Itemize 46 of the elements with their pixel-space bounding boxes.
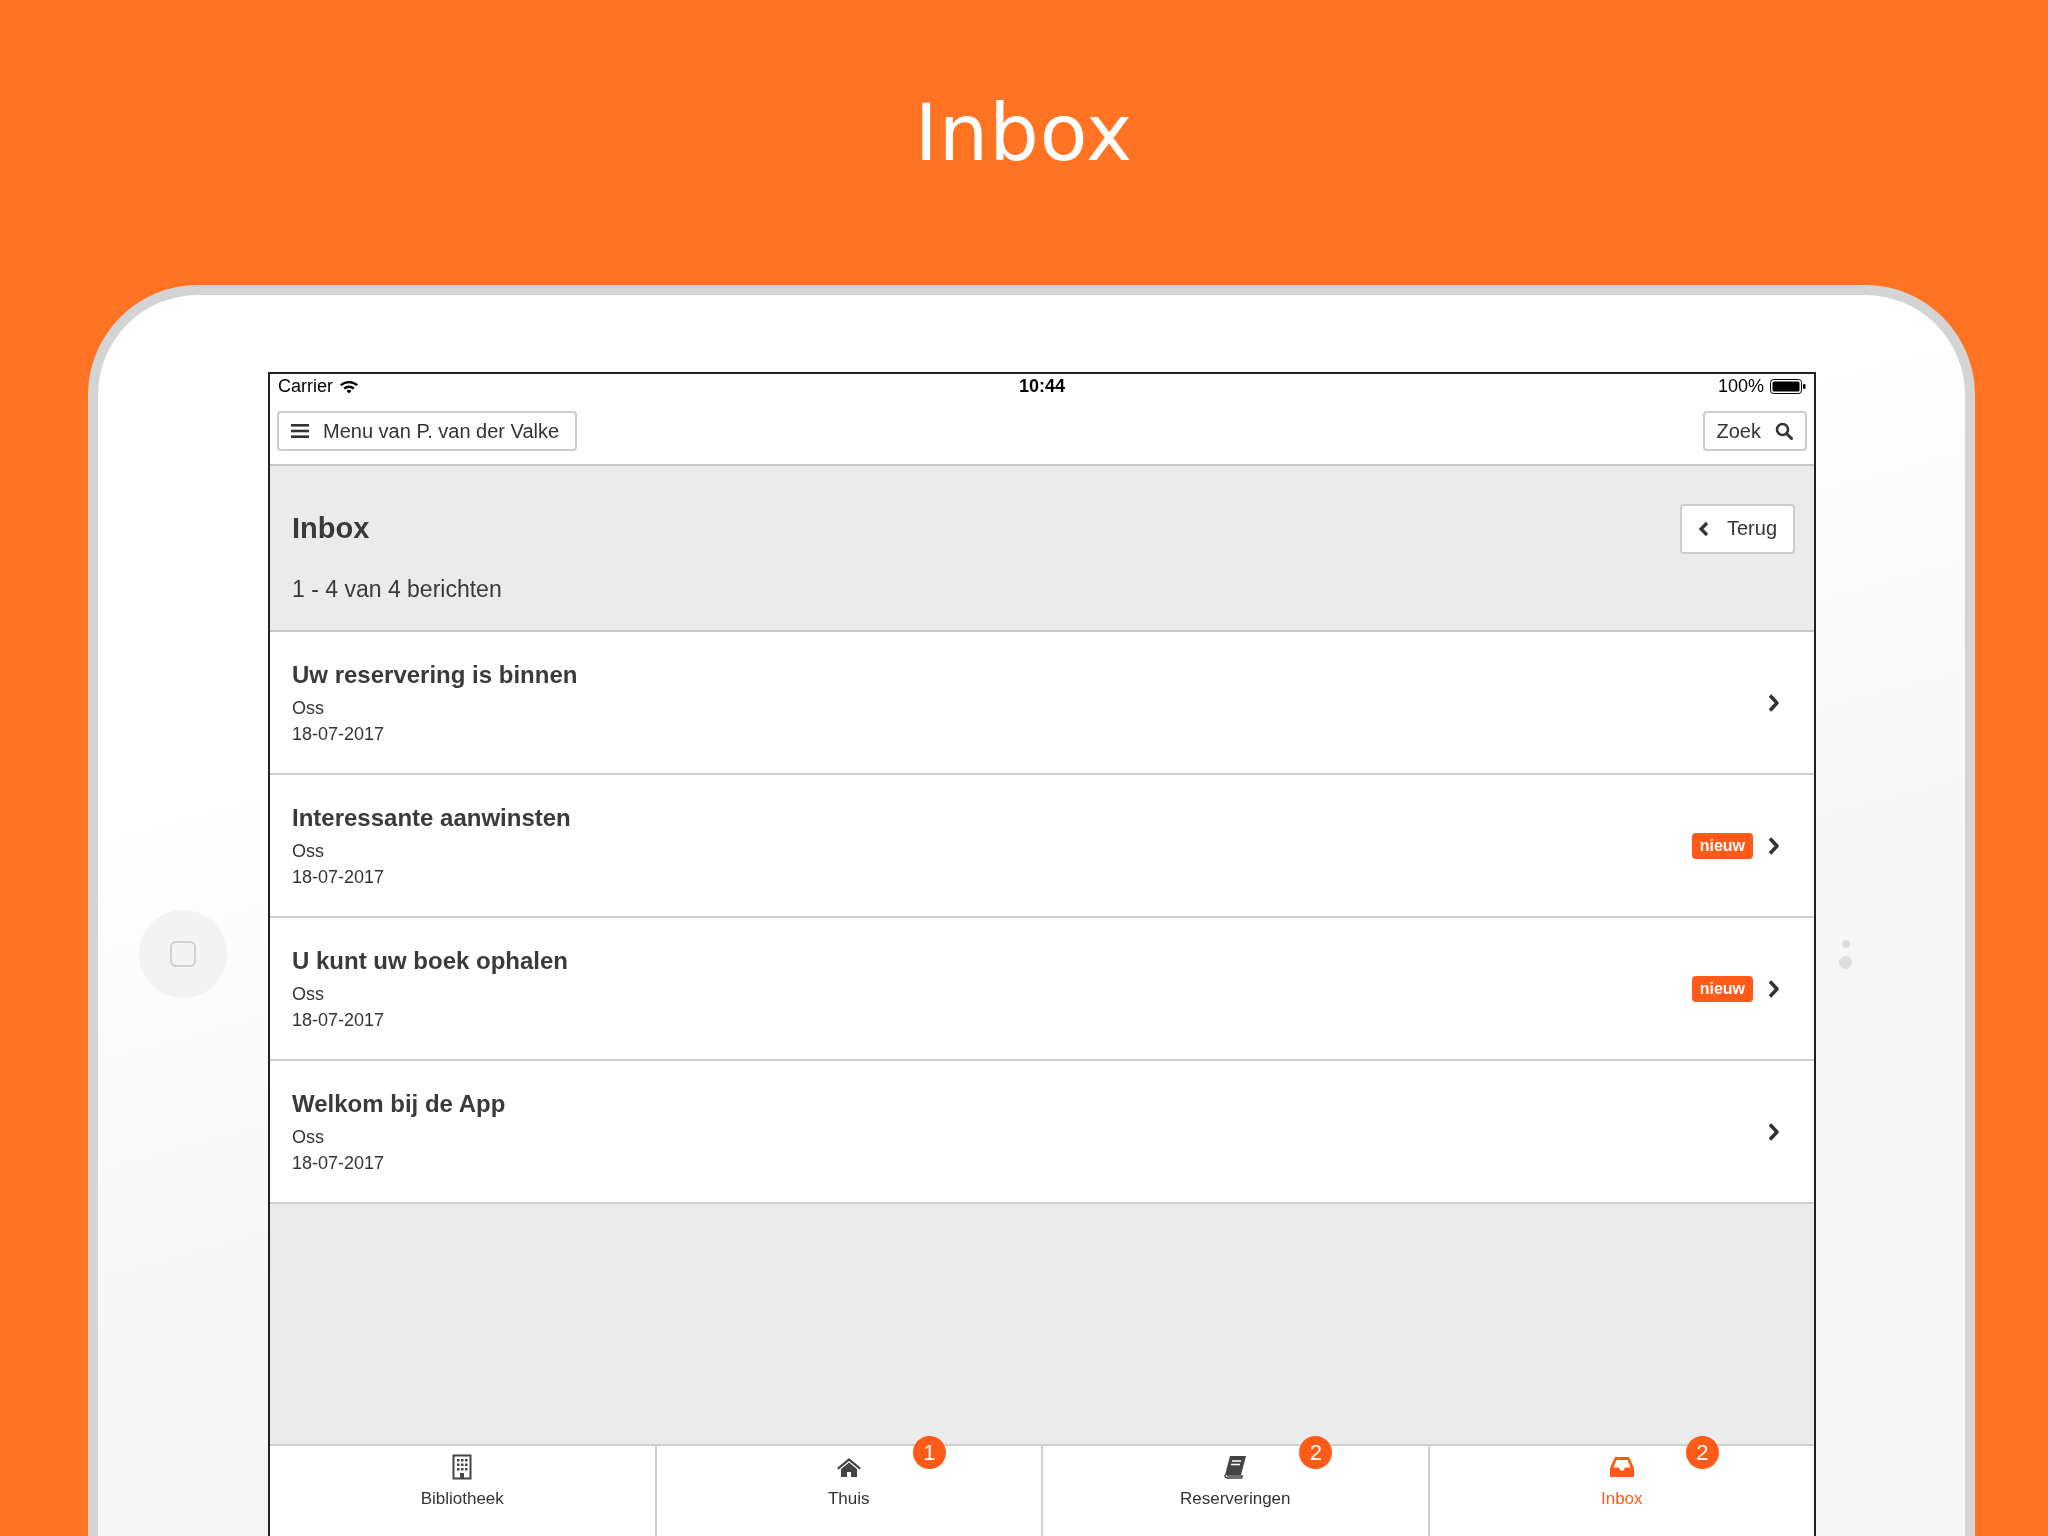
chevron-right-icon <box>1767 1121 1780 1142</box>
message-title: Uw reservering is binnen <box>292 660 579 689</box>
menu-button[interactable]: Menu van P. van der Valke <box>277 411 578 451</box>
new-badge: nieuw <box>1691 975 1753 1002</box>
inbox-tray-icon <box>1608 1454 1635 1480</box>
chevron-right-icon <box>1767 692 1780 713</box>
message-count: 1 - 4 van 4 berichten <box>292 575 503 603</box>
message-row[interactable]: U kunt uw boek ophalen Oss 18-07-2017 nieuw <box>270 918 1814 1061</box>
message-date: 18-07-2017 <box>292 866 386 888</box>
count-badge: 1 <box>912 1436 946 1469</box>
header-title: Inbox <box>292 512 370 545</box>
new-badge: nieuw <box>1691 832 1753 859</box>
message-location: Oss <box>292 1126 325 1148</box>
message-title: Welkom bij de App <box>292 1089 507 1118</box>
menu-icon <box>291 424 309 438</box>
message-title: U kunt uw boek ophalen <box>292 946 569 975</box>
book-icon <box>1223 1454 1248 1480</box>
message-location: Oss <box>292 983 325 1005</box>
tab[interactable]: Thuis <box>827 1446 870 1536</box>
message-location: Oss <box>292 840 325 862</box>
search-button[interactable]: Zoek <box>1702 411 1807 451</box>
message-date: 18-07-2017 <box>292 723 386 745</box>
message-date: 18-07-2017 <box>292 1009 386 1031</box>
building-icon <box>452 1454 473 1480</box>
search-icon <box>1775 422 1793 440</box>
chevron-right-icon <box>1767 835 1780 856</box>
message-row[interactable]: Interessante aanwinsten Oss 18-07-2017 nieuw <box>270 775 1814 918</box>
wifi-icon <box>339 378 359 394</box>
count-badge: 2 <box>1685 1436 1719 1469</box>
page-title: Inbox <box>914 87 1134 178</box>
count-badge: 2 <box>1299 1436 1333 1469</box>
message-date: 18-07-2017 <box>292 1152 386 1174</box>
message-row[interactable]: Welkom bij de App Oss 18-07-2017 <box>270 1061 1814 1204</box>
clock: 10:44 <box>1019 375 1066 397</box>
message-title: Interessante aanwinsten <box>292 803 572 832</box>
battery-icon <box>1770 378 1806 394</box>
sensor-dots-icon <box>1839 939 1852 969</box>
message-row[interactable]: Uw reservering is binnen Oss 18-07-2017 <box>270 632 1814 775</box>
chevron-right-icon <box>1767 978 1780 999</box>
chevron-left-icon <box>1697 520 1709 537</box>
tab[interactable]: Bibliotheek <box>420 1446 504 1536</box>
tab[interactable]: Reserveringen <box>1179 1446 1291 1536</box>
back-button[interactable]: Terug <box>1679 503 1795 554</box>
carrier-label: Carrier <box>278 375 333 397</box>
message-location: Oss <box>292 697 325 719</box>
battery-level: 100% <box>1717 375 1764 397</box>
